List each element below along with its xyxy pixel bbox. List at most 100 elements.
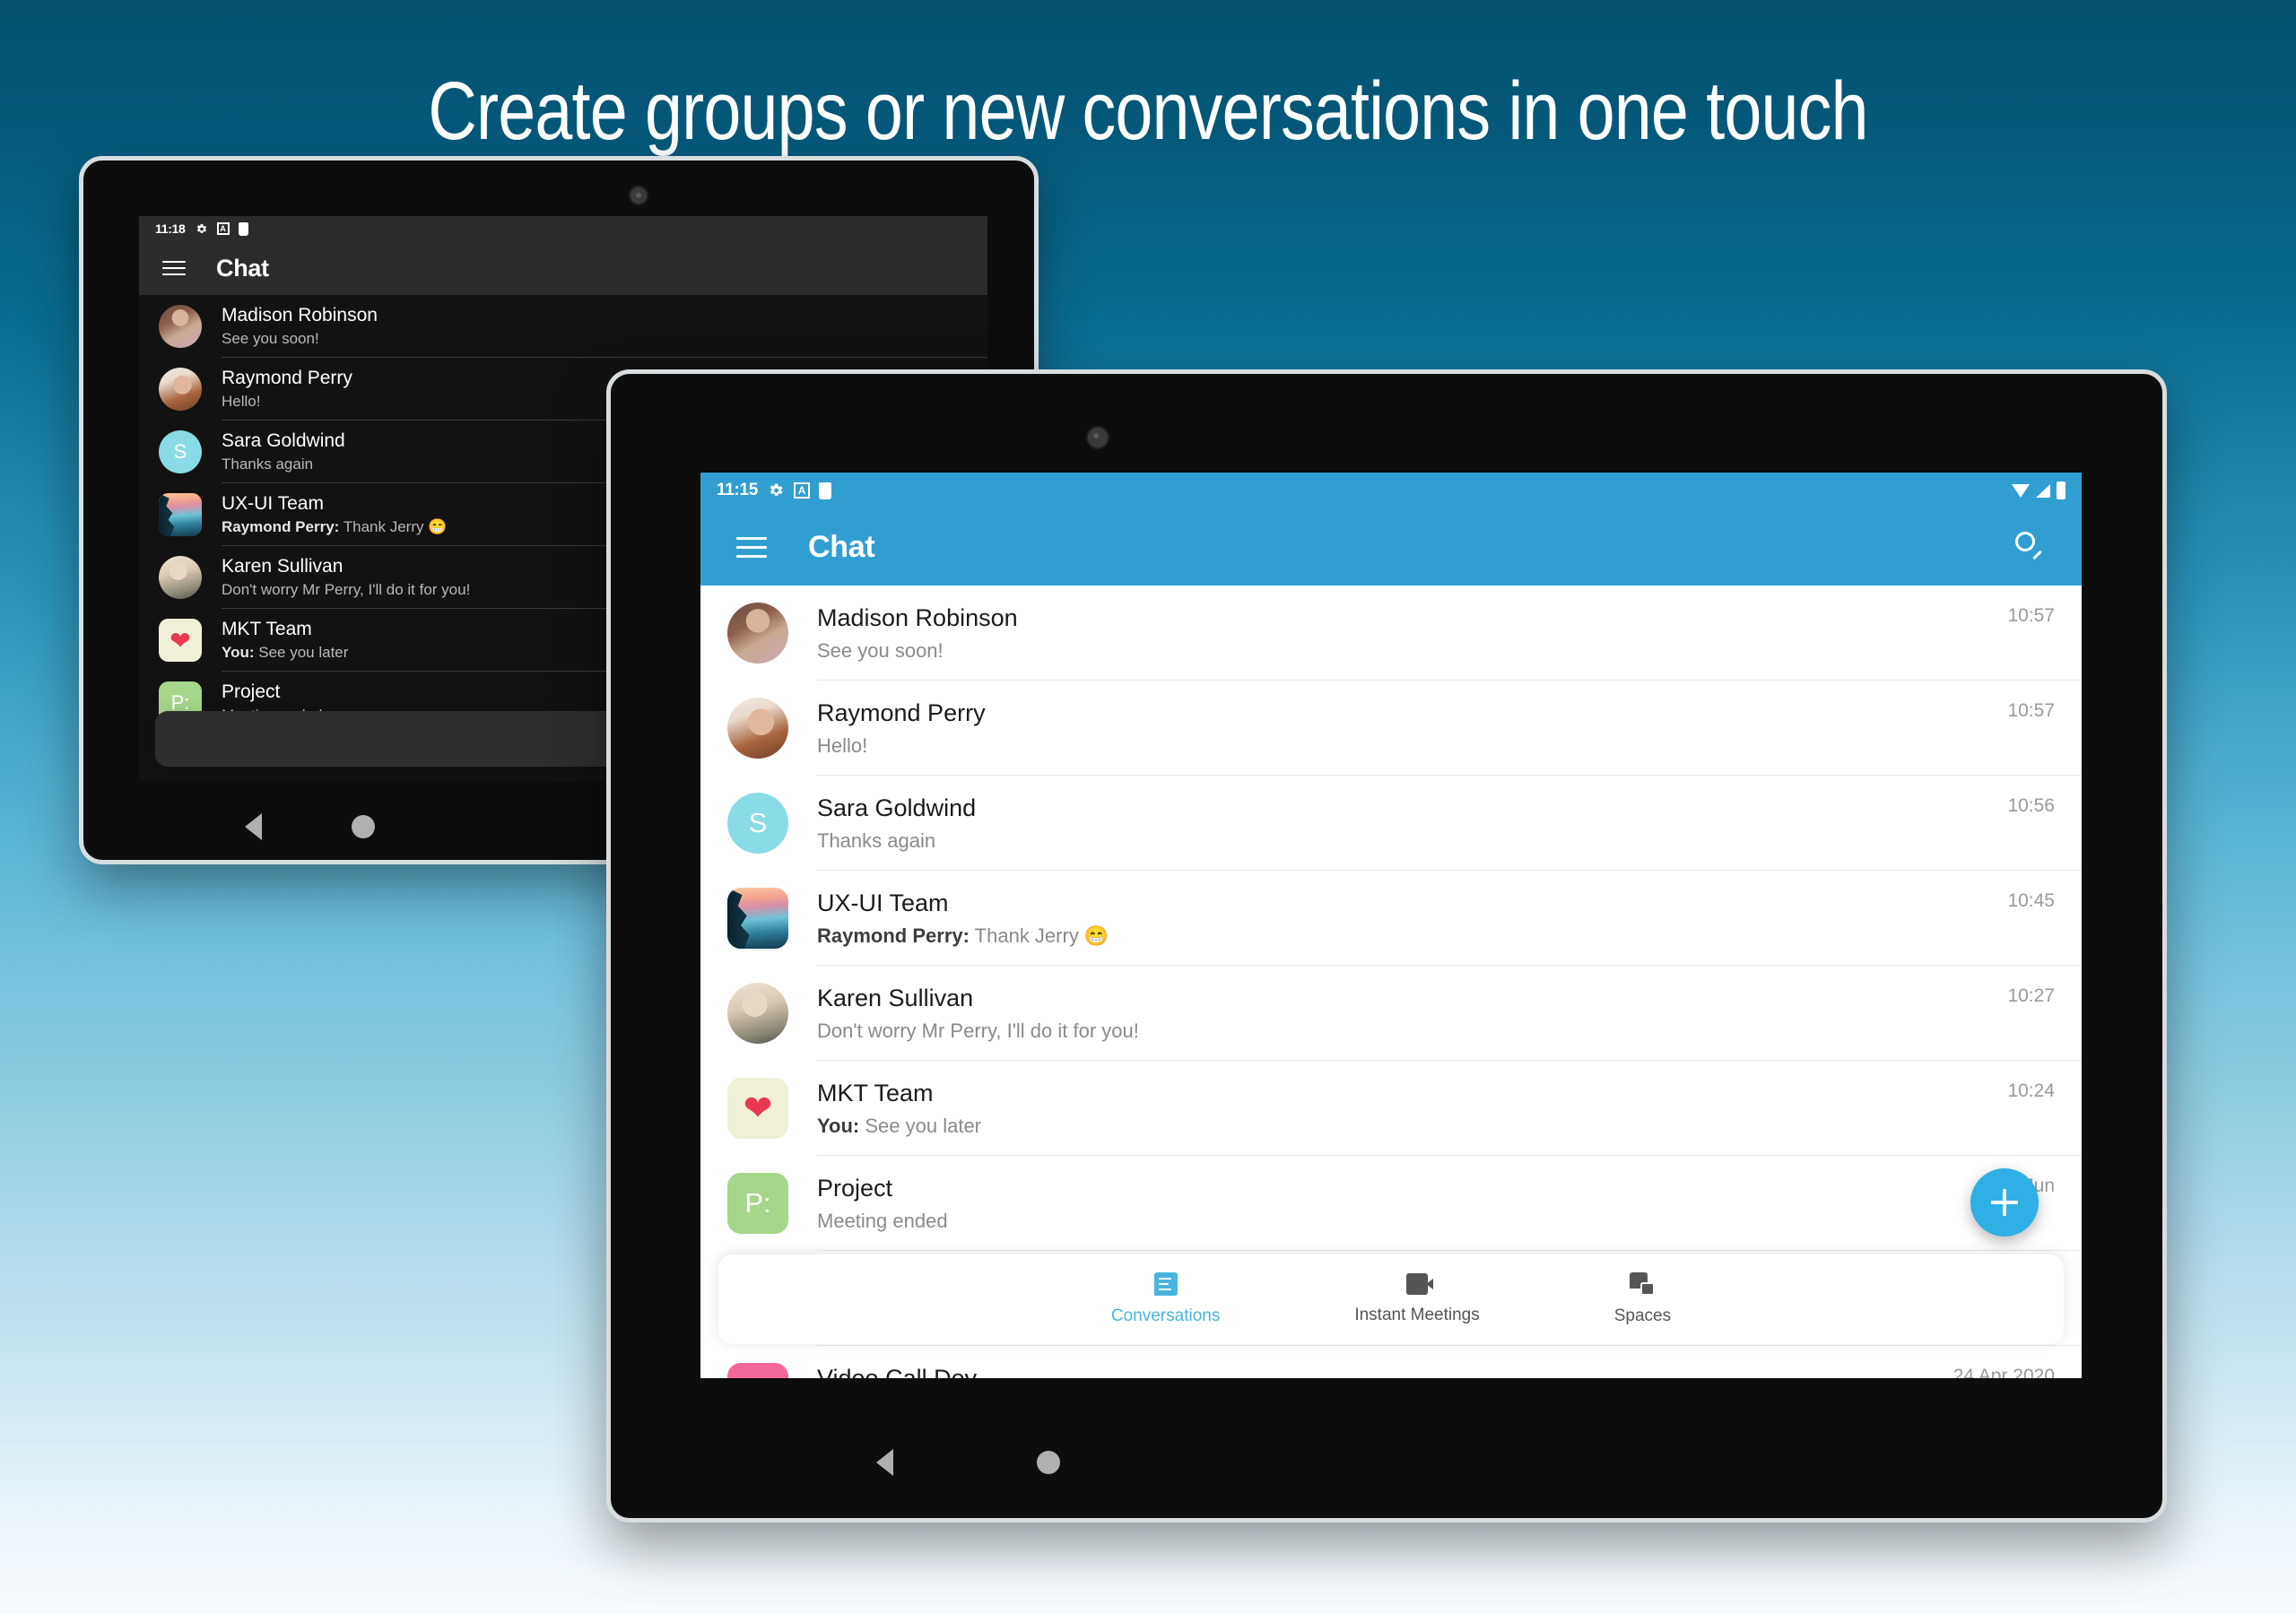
- conversation-row[interactable]: VC Video Call DevMeeting ended24 Apr 2020: [700, 1346, 2082, 1378]
- conversation-text: Sara Goldwind Thanks again: [817, 794, 2007, 853]
- avatar-initials: VC: [727, 1363, 788, 1378]
- avatar-initials: S: [173, 440, 187, 463]
- avatar: ❤: [159, 619, 202, 662]
- home-circle-icon[interactable]: [352, 815, 375, 838]
- conversation-preview: See you soon!: [817, 638, 944, 662]
- bottom-nav-label: Instant Meetings: [1354, 1306, 1480, 1324]
- avatar: [727, 983, 788, 1044]
- bottom-nav-label: Spaces: [1613, 1306, 1672, 1325]
- home-circle-icon[interactable]: [1037, 1451, 1060, 1474]
- status-time: 11:15: [717, 481, 759, 499]
- back-triangle-icon[interactable]: [245, 813, 262, 840]
- avatar-initials: S: [748, 807, 768, 838]
- conversation-timestamp: 10:57: [2007, 605, 2055, 626]
- front-system-nav[interactable]: [700, 1427, 2082, 1498]
- conversation-text: Madison Robinson See you soon!: [222, 305, 968, 348]
- conversation-preview: See you soon!: [222, 330, 319, 347]
- gear-icon: [196, 223, 206, 233]
- conversation-row[interactable]: P:ProjectMeeting ended9 Jun: [700, 1156, 2082, 1251]
- app-bar-title: Chat: [808, 529, 875, 564]
- avatar: [159, 305, 202, 348]
- app-bar-title: Chat: [216, 254, 269, 282]
- avatar-emoji: ❤: [743, 1089, 773, 1128]
- front-tablet-screen: 11:15 A Chat Madison Robinson See you so…: [700, 473, 2082, 1378]
- conversation-preview: You: See you later: [817, 1114, 981, 1137]
- front-bottom-nav[interactable]: Conversations Instant Meetings Spaces: [718, 1254, 2064, 1344]
- sd-card-icon: [238, 221, 248, 236]
- conversation-timestamp: 10:56: [2007, 795, 2055, 816]
- conversation-timestamp: 24 Apr 2020: [1952, 1366, 2055, 1378]
- conversation-preview: Don't worry Mr Perry, I'll do it for you…: [817, 1019, 1139, 1042]
- alarm-icon: A: [794, 482, 811, 499]
- conversation-preview: Thanks again: [817, 829, 936, 852]
- conversation-text: UX-UI Team Raymond Perry: Thank Jerry 😁: [817, 889, 2007, 948]
- conversation-timestamp: 10:45: [2007, 890, 2055, 911]
- conversation-text: Madison Robinson See you soon!: [817, 604, 2007, 663]
- conversation-preview: Meeting ended: [817, 1209, 948, 1232]
- conversation-name: Raymond Perry: [817, 699, 986, 726]
- avatar: ❤: [727, 1078, 788, 1139]
- conversation-text: Raymond Perry Hello!: [817, 699, 2007, 758]
- conversation-row[interactable]: Madison Robinson See you soon! 10:57: [700, 586, 2082, 681]
- bottom-nav-item-conversations[interactable]: Conversations: [1111, 1272, 1220, 1326]
- wifi-icon: [2012, 483, 2030, 498]
- conversation-row[interactable]: Madison Robinson See you soon!: [139, 295, 987, 358]
- sd-card-icon: [819, 482, 832, 499]
- avatar: S: [159, 430, 202, 473]
- battery-icon: [2057, 482, 2066, 499]
- avatar: [727, 698, 788, 759]
- conversation-row[interactable]: Raymond Perry Hello! 10:57: [700, 681, 2082, 776]
- avatar: S: [727, 793, 788, 854]
- conversation-text: Karen Sullivan Don't worry Mr Perry, I'll…: [817, 985, 2007, 1043]
- conversation-name: Karen Sullivan: [817, 984, 974, 1011]
- front-app-bar: Chat: [700, 508, 2082, 586]
- front-tablet-device: 11:15 A Chat Madison Robinson See you so…: [606, 369, 2167, 1523]
- conversation-row[interactable]: UX-UI Team Raymond Perry: Thank Jerry 😁 10…: [700, 871, 2082, 966]
- avatar-initials: P:: [744, 1187, 771, 1219]
- avatar: P:: [727, 1173, 788, 1234]
- avatar: [159, 556, 202, 599]
- signal-icon: [2036, 483, 2050, 498]
- hamburger-icon[interactable]: [162, 261, 186, 275]
- conversation-timestamp: 10:24: [2007, 1080, 2055, 1101]
- conversation-name: Sara Goldwind: [817, 794, 977, 821]
- conversation-name: Project: [817, 1174, 893, 1202]
- conversation-name: Video Call Dev: [817, 1364, 978, 1379]
- conversation-row[interactable]: ❤ MKT Team You: See you later 10:24: [700, 1061, 2082, 1156]
- conversation-text: Project Meeting ended: [817, 1175, 2009, 1233]
- avatar: VC: [727, 1363, 788, 1378]
- search-icon[interactable]: [2015, 532, 2046, 562]
- front-camera-icon: [1086, 426, 1109, 449]
- front-camera-icon: [629, 186, 648, 205]
- conversation-timestamp: 10:57: [2007, 700, 2055, 721]
- spaces-icon: [1630, 1272, 1656, 1296]
- new-conversation-fab[interactable]: [1970, 1168, 2039, 1237]
- back-triangle-icon[interactable]: [876, 1449, 893, 1476]
- back-status-bar: 11:18 A: [139, 216, 987, 241]
- avatar: [727, 888, 788, 949]
- conversation-row[interactable]: Karen Sullivan Don't worry Mr Perry, I'll…: [700, 966, 2082, 1061]
- conversation-name: Madison Robinson: [222, 305, 378, 325]
- conversation-text: Video Call DevMeeting ended: [817, 1365, 1953, 1379]
- avatar-emoji: ❤: [170, 626, 191, 655]
- bottom-nav-item-instant-meetings[interactable]: Instant Meetings: [1354, 1273, 1480, 1325]
- page-title: Create groups or new conversations in on…: [428, 65, 1868, 157]
- avatar: [159, 493, 202, 536]
- gear-icon: [770, 483, 783, 496]
- conversation-timestamp: 10:27: [2007, 985, 2055, 1006]
- back-app-bar: Chat: [139, 241, 987, 295]
- chat-bubble-icon: [1153, 1272, 1178, 1296]
- conversation-name: Madison Robinson: [817, 603, 1018, 631]
- avatar: [727, 603, 788, 664]
- status-time: 11:18: [155, 221, 186, 236]
- conversation-preview: Raymond Perry: Thank Jerry 😁: [817, 924, 1109, 947]
- front-status-bar: 11:15 A: [700, 473, 2082, 508]
- hamburger-icon[interactable]: [736, 536, 767, 558]
- conversation-row[interactable]: S Sara Goldwind Thanks again 10:56: [700, 776, 2082, 871]
- conversation-name: MKT Team: [817, 1079, 934, 1106]
- alarm-icon: A: [216, 222, 230, 235]
- conversation-text: MKT Team You: See you later: [817, 1080, 2007, 1138]
- video-camera-icon: [1406, 1273, 1434, 1295]
- bottom-nav-item-spaces[interactable]: Spaces: [1614, 1272, 1671, 1326]
- conversation-preview: Hello!: [817, 733, 868, 757]
